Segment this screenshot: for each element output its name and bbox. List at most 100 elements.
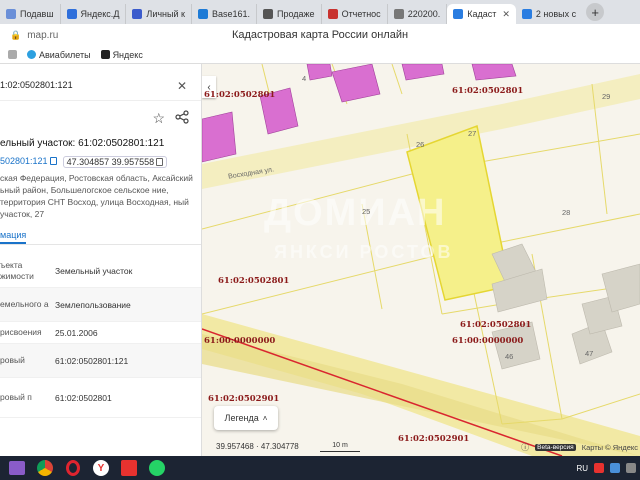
row-label: ровый [0,355,25,365]
browser-tab-7[interactable]: 220200. [388,4,448,24]
row-label: ровый п [0,392,32,402]
parcel-number: 47 [585,349,594,358]
browser-tab-9[interactable]: 2 новых с [516,4,582,24]
browser-tab-2[interactable]: Яндекс.Д [61,4,127,24]
bookmark-label: Яндекс [112,49,143,60]
tab-label: 2 новых с [535,9,577,19]
taskbar: Y RU [0,456,640,480]
copy-icon[interactable] [49,157,57,165]
system-tray: RU [576,456,636,480]
table-row: ровый п 61:02:0502801 [0,378,201,418]
info-icon[interactable]: ⓘ [521,442,529,453]
browser-tab-1[interactable]: Подавш [0,4,61,24]
cadastral-label: 61:02:0502801 [460,320,532,330]
coordinates-chip[interactable]: 47.304857 39.957558 [62,156,168,168]
chrome-icon[interactable] [34,458,56,478]
parcel-number-link[interactable]: 502801:121 [0,156,57,168]
row-label: рисвоения [0,327,42,337]
parcel-info-panel: 1:02:0502801:121 ✕ ☆ ельный участок: 61:… [0,64,202,456]
beta-badge: Beta-версия [535,444,576,451]
parcel-number: 29 [602,92,611,101]
watermark: ДОМИАН [264,192,447,234]
parcel-number: 4 [302,74,307,83]
tab-favicon [393,9,404,19]
bookmark-aviabilety[interactable]: Авиабилеты [27,50,91,60]
row-value: 25.01.2006 [55,327,98,338]
tab-favicon [453,9,464,19]
tab-information[interactable]: мация [0,230,26,240]
yandex-browser-icon[interactable]: Y [90,458,112,478]
parcel-number: 26 [416,140,425,149]
browser-tab-6[interactable]: Отчетнос [322,4,388,24]
tab-favicon [6,9,16,19]
tab-label: Продаже [276,9,315,19]
page-title: Кадастровая карта России онлайн [231,29,409,41]
bookmark-yandex[interactable]: Яндекс [100,49,143,60]
divider [0,244,201,245]
tab-favicon [197,9,208,19]
parcel-number: 46 [505,352,514,361]
chevron-up-icon: ˄ [262,413,268,423]
tab-label: Яндекс.Д [80,9,120,19]
attribution-text[interactable]: Карты © Яндекс [582,443,638,452]
share-icon[interactable] [175,110,189,124]
yandex-icon [100,50,110,59]
tab-label: Личный к [146,9,185,19]
row-label: емельного а [0,299,49,309]
cadastral-label: 61:02:0502801 [452,86,524,96]
tab-label: Отчетнос [341,9,381,19]
browser-tab-5[interactable]: Продаже [257,4,322,24]
close-icon[interactable]: ✕ [177,79,187,93]
whatsapp-icon[interactable] [146,458,168,478]
parcel-properties: ъекта жимости Земельный участок емельного… [0,254,201,418]
browser-tab-3[interactable]: Личный к [126,4,192,24]
parcel-number: 28 [562,208,571,217]
cadastral-label: 61:00:0000000 [204,336,276,346]
new-tab-button[interactable]: + [586,3,605,21]
cadastral-label: 61:02:0502901 [208,394,280,404]
browser-tab-active[interactable]: Кадаст ✕ [447,4,516,24]
tab-label: Подавш [20,9,54,19]
row-value: 61:02:0502801 [55,392,112,403]
opera-icon[interactable] [62,458,84,478]
yandex-tray-icon[interactable] [594,463,604,473]
legend-label: Легенда [224,413,259,423]
tab-label: 220200. [407,9,441,19]
row-value: 61:02:0502801:121 [55,355,129,366]
scale-bar: 10 m [320,442,360,452]
anydesk-icon[interactable] [118,458,140,478]
close-tab-icon[interactable]: ✕ [502,9,510,20]
parcel-links: 502801:121 47.304857 39.957558 [0,156,168,168]
language-indicator[interactable]: RU [576,464,588,473]
plane-icon [27,50,36,59]
tab-favicon [521,9,532,19]
volume-icon[interactable] [626,463,636,473]
tab-favicon [262,9,273,19]
video-app-icon[interactable] [6,458,28,478]
parcel-title: ельный участок: 61:02:0502801:121 [0,138,165,149]
bookmark-label: Авиабилеты [39,49,91,60]
table-row: емельного а Землепользование [0,288,201,322]
cadastral-map[interactable]: ‹ ДОМИАН ЯНКСИ РОСТОВ 61:02:0502801 61:0… [202,64,640,456]
bookmark-apps[interactable] [8,50,17,59]
cadastral-label: 61:02:0502801 [218,276,290,286]
browser-tab-4[interactable]: Base161. [192,4,257,24]
star-icon[interactable]: ☆ [152,110,165,127]
row-value: Землепользование [55,299,131,310]
map-attribution: ⓘ Beta-версия Карты © Яндекс [521,442,638,453]
tab-label: Кадаст [467,9,497,19]
parcel-address: ская Федерация, Ростовская область, Акса… [0,173,193,219]
coordinates-text: 47.304857 39.957558 [66,157,155,167]
table-row: ровый 61:02:0502801:121 [0,344,201,378]
panel-header-number: 1:02:0502801:121 [0,80,73,90]
parcel-number: 27 [468,129,477,138]
row-value: Земельный участок [55,265,133,276]
copy-icon[interactable] [156,158,164,166]
network-icon[interactable] [610,463,620,473]
table-row: ъекта жимости Земельный участок [0,254,201,288]
cadastral-label: 61:02:0502901 [398,434,470,444]
apps-icon [8,50,17,59]
cadastral-label: 61:00:0000000 [452,336,524,346]
legend-button[interactable]: Легенда ˄ [214,406,278,430]
tab-favicon [132,9,143,19]
